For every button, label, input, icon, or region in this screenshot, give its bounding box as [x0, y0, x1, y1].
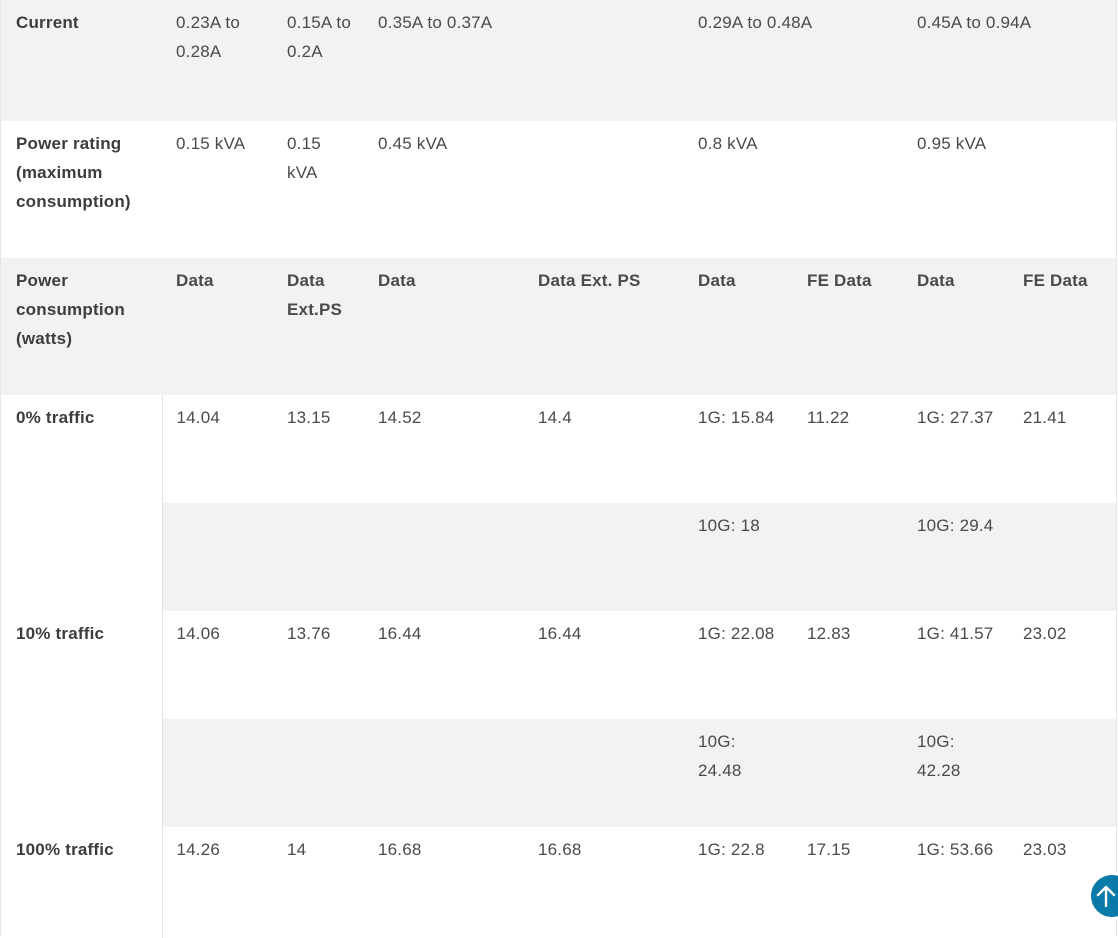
table-cell: 16.44	[524, 611, 684, 719]
column-header: Data	[903, 258, 1009, 395]
table-cell: 14.06	[162, 611, 273, 719]
table-cell: 1G: 27.37	[903, 395, 1009, 503]
table-cell: 0.35A to 0.37A	[364, 0, 684, 121]
table-cell	[364, 503, 524, 611]
table-cell: 1G: 22.08	[684, 611, 793, 719]
row-label-traffic-0: 0% traffic	[1, 395, 163, 611]
table-cell: 16.44	[364, 611, 524, 719]
row-label-power-consumption: Power consumption (watts)	[1, 258, 162, 395]
table-cell: 0.29A to 0.48A	[684, 0, 903, 121]
table-cell: 12.83	[793, 611, 903, 719]
table-cell: 17.15	[793, 827, 903, 938]
table-cell: 1G: 53.66	[903, 827, 1009, 938]
column-header: Data	[162, 258, 273, 395]
table-row-traffic-10: 10% traffic 14.06 13.76 16.44 16.44 1G: …	[1, 611, 1116, 827]
table-cell: 1G: 15.84	[684, 395, 793, 503]
table-cell	[273, 719, 364, 827]
table-cell	[793, 503, 903, 611]
power-spec-table: Current 0.23A to 0.28A 0.15A to 0.2A 0.3…	[1, 0, 1116, 938]
row-label-traffic-10: 10% traffic	[1, 611, 163, 827]
table-cell: 0.15A to 0.2A	[273, 0, 364, 121]
table-cell	[524, 503, 684, 611]
table-cell: 14.04	[162, 395, 273, 503]
table-cell: 10G: 24.48	[684, 719, 793, 827]
column-header: Data Ext. PS	[524, 258, 684, 395]
table-cell	[1009, 503, 1116, 611]
table-cell: 14.26	[162, 827, 273, 938]
column-header: Data Ext.PS	[273, 258, 364, 395]
table-cell: 0.95 kVA	[903, 121, 1116, 258]
table-row-power-rating: Power rating (maximum consumption) 0.15 …	[1, 121, 1116, 258]
table-cell: 13.76	[273, 611, 364, 719]
table-cell: 16.68	[524, 827, 684, 938]
arrow-up-icon	[1096, 885, 1116, 907]
table-cell	[1009, 719, 1116, 827]
row-label-power-rating: Power rating (maximum consumption)	[1, 121, 162, 258]
table-cell: 1G: 22.8	[684, 827, 793, 938]
table-cell	[273, 503, 364, 611]
table-cell: 0.15 kVA	[273, 121, 364, 258]
table-cell: 0.15 kVA	[162, 121, 273, 258]
column-header: FE Data	[793, 258, 903, 395]
table-cell	[364, 719, 524, 827]
table-cell: 10G: 18	[684, 503, 793, 611]
table-row-traffic-0-10g: 10G: 18 10G: 29.4	[1, 503, 1116, 611]
table-cell: 21.41	[1009, 395, 1116, 503]
table-cell: 0.45A to 0.94A	[903, 0, 1116, 121]
column-header: Data	[364, 258, 524, 395]
row-label-traffic-100: 100% traffic	[1, 827, 163, 938]
table-cell	[524, 719, 684, 827]
column-header: Data	[684, 258, 793, 395]
table-cell: 10G: 29.4	[903, 503, 1009, 611]
table-cell: 14	[273, 827, 364, 938]
table-cell: 16.68	[364, 827, 524, 938]
table-cell: 23.02	[1009, 611, 1116, 719]
row-label-current: Current	[1, 0, 162, 121]
table-row-current: Current 0.23A to 0.28A 0.15A to 0.2A 0.3…	[1, 0, 1116, 121]
table-cell: 14.52	[364, 395, 524, 503]
table-cell: 0.45 kVA	[364, 121, 684, 258]
table-cell	[162, 503, 273, 611]
table-row-traffic-100: 100% traffic 14.26 14 16.68 16.68 1G: 22…	[1, 827, 1116, 938]
table-frame-right	[1116, 0, 1117, 936]
table-row-consumption-header: Power consumption (watts) Data Data Ext.…	[1, 258, 1116, 395]
table-cell: 0.23A to 0.28A	[162, 0, 273, 121]
table-row-traffic-0: 0% traffic 14.04 13.15 14.52 14.4 1G: 15…	[1, 395, 1116, 611]
table-cell: 0.8 kVA	[684, 121, 903, 258]
table-cell	[793, 719, 903, 827]
table-cell: 11.22	[793, 395, 903, 503]
table-cell: 13.15	[273, 395, 364, 503]
column-header: FE Data	[1009, 258, 1116, 395]
table-row-traffic-10-10g: 10G: 24.48 10G: 42.28	[1, 719, 1116, 827]
table-cell	[162, 719, 273, 827]
table-cell: 1G: 41.57	[903, 611, 1009, 719]
table-cell: 10G: 42.28	[903, 719, 1009, 827]
table-cell: 14.4	[524, 395, 684, 503]
